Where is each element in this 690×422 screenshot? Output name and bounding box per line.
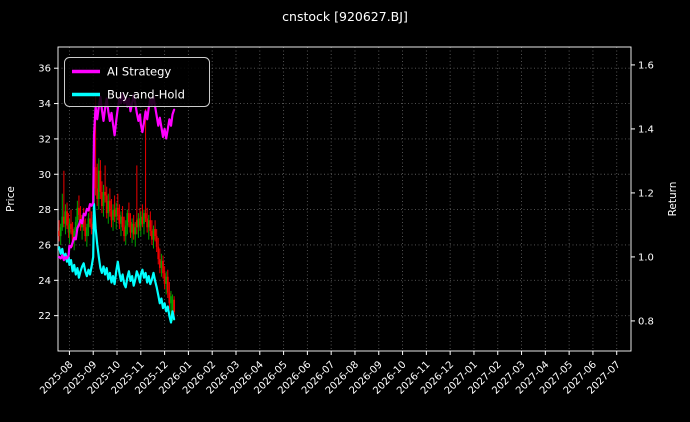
candle-body bbox=[162, 260, 164, 274]
candle-body bbox=[131, 223, 133, 233]
left-axis-label: Price bbox=[5, 186, 17, 212]
candle-body bbox=[87, 218, 90, 228]
candle-body bbox=[62, 216, 65, 224]
stock-chart: cnstock [920627.BJ] Price Return 22 24 26 2… bbox=[0, 0, 690, 422]
candle-body bbox=[104, 191, 107, 196]
candle-body bbox=[118, 214, 121, 224]
right-tick-label: 1.0 bbox=[638, 252, 654, 263]
right-tick-label: 1.4 bbox=[638, 124, 654, 135]
candle-body bbox=[134, 227, 137, 235]
candle-body bbox=[121, 216, 124, 228]
candle-body bbox=[64, 211, 67, 224]
candle-body bbox=[61, 216, 64, 228]
candle-body bbox=[151, 230, 153, 240]
candle-body bbox=[96, 188, 99, 199]
candle-body bbox=[115, 207, 118, 217]
candle-body bbox=[113, 209, 116, 217]
candle-body bbox=[170, 296, 172, 304]
candle-body bbox=[120, 216, 122, 224]
right-tick-label: 1.2 bbox=[638, 188, 654, 199]
legend-label-ai-strategy: AI Strategy bbox=[107, 65, 171, 79]
left-tick-label: 26 bbox=[38, 240, 51, 251]
candle-body bbox=[105, 195, 108, 214]
candle-body bbox=[124, 225, 127, 237]
candle-body bbox=[168, 292, 171, 304]
candle-body bbox=[70, 223, 72, 230]
candle-body bbox=[59, 227, 62, 237]
candle-body bbox=[108, 200, 111, 212]
candle-body bbox=[137, 218, 140, 228]
candle-body bbox=[90, 223, 93, 230]
left-tick-label: 34 bbox=[38, 99, 51, 110]
candle-body bbox=[68, 223, 71, 233]
candle-body bbox=[107, 200, 110, 214]
candle-body bbox=[112, 209, 114, 221]
candle-body bbox=[123, 227, 126, 237]
candle-body bbox=[143, 213, 145, 224]
right-tick-label: 0.8 bbox=[638, 316, 654, 327]
candle-body bbox=[141, 216, 144, 224]
legend-label-buy-and-hold: Buy-and-Hold bbox=[107, 88, 185, 102]
candle-body bbox=[89, 218, 91, 224]
candle-body bbox=[58, 230, 61, 237]
candle-body bbox=[84, 227, 87, 237]
candle-body bbox=[152, 229, 155, 240]
candle-body bbox=[110, 211, 113, 221]
left-tick-label: 22 bbox=[38, 311, 51, 322]
candle-body bbox=[102, 191, 105, 207]
candle-body bbox=[157, 246, 160, 260]
candle-body bbox=[116, 207, 119, 215]
candle-body bbox=[154, 229, 156, 237]
candle-body bbox=[128, 213, 130, 222]
candle-body bbox=[146, 218, 149, 228]
left-tick-label: 28 bbox=[38, 205, 51, 216]
candle-body bbox=[85, 227, 88, 237]
left-tick-label: 32 bbox=[38, 134, 51, 145]
candle-body bbox=[155, 236, 158, 247]
candle-body bbox=[76, 207, 79, 222]
candle-body bbox=[147, 220, 150, 228]
chart-title: cnstock [920627.BJ] bbox=[282, 9, 408, 24]
candle-body bbox=[173, 299, 176, 313]
chart-figure: cnstock [920627.BJ] Price Return 22 24 26 2… bbox=[0, 0, 690, 422]
candle-body bbox=[158, 259, 161, 268]
left-tick-label: 30 bbox=[38, 170, 51, 181]
right-tick-label: 1.6 bbox=[638, 60, 654, 71]
candle-body bbox=[163, 273, 166, 284]
left-tick-label: 24 bbox=[38, 276, 51, 287]
candle-body bbox=[165, 276, 168, 284]
candle-body bbox=[126, 213, 129, 226]
candle-body bbox=[144, 213, 147, 219]
candle-body bbox=[149, 220, 152, 231]
candle-body bbox=[78, 207, 80, 215]
candle-body bbox=[101, 191, 103, 207]
candle-body bbox=[97, 170, 100, 199]
candle-body bbox=[66, 211, 68, 226]
candle-body bbox=[132, 223, 135, 235]
candle-body bbox=[99, 170, 102, 192]
candle-body bbox=[160, 260, 163, 268]
candle-body bbox=[166, 276, 169, 293]
candle-body bbox=[129, 221, 132, 233]
candle-body bbox=[139, 216, 142, 226]
right-axis-label: Return bbox=[667, 182, 679, 217]
candle-body bbox=[135, 220, 138, 228]
left-tick-label: 36 bbox=[38, 64, 51, 75]
candle-body bbox=[94, 167, 97, 189]
legend: AI Strategy Buy-and-Hold bbox=[64, 57, 210, 107]
